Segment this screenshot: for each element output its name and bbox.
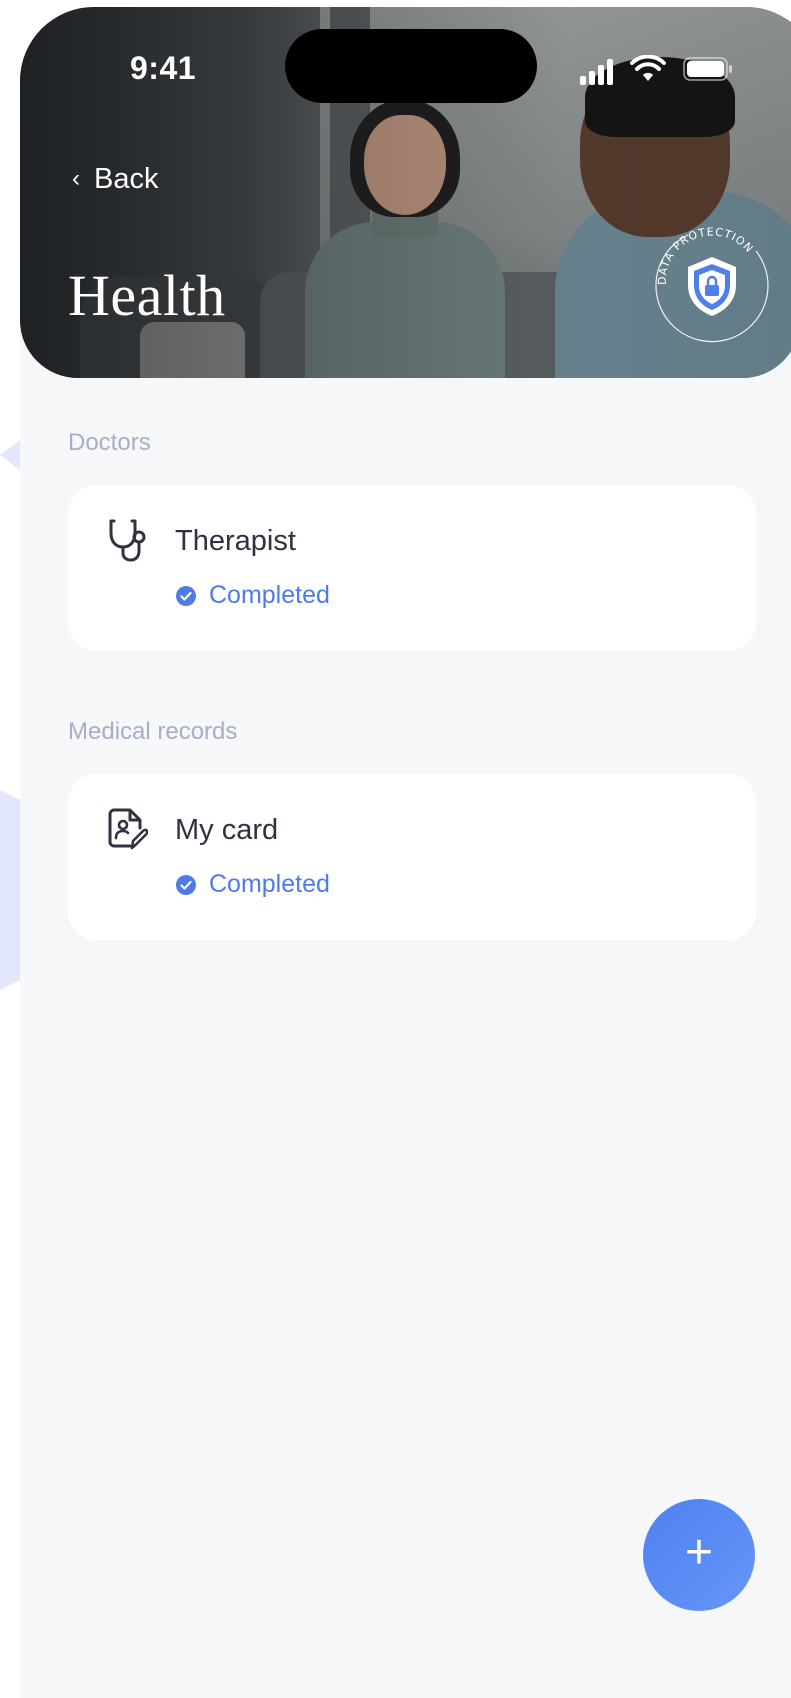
status-icons: [580, 55, 760, 85]
page: 9:41 ‹ Back Health DATA PROTECTION Docto…: [0, 0, 791, 1698]
medical-file-icon: [108, 808, 148, 850]
wifi-icon: [630, 55, 666, 81]
plus-icon: +: [684, 1526, 714, 1579]
card-my-card[interactable]: My card Completed: [68, 774, 756, 940]
check-circle-icon: [176, 874, 196, 895]
dynamic-island: [285, 29, 537, 103]
chevron-left-icon: ‹: [72, 165, 80, 192]
phone-screen: 9:41 ‹ Back Health DATA PROTECTION Docto…: [20, 7, 791, 1698]
back-button[interactable]: ‹ Back: [72, 159, 158, 199]
section-label-medical-records: Medical records: [68, 718, 238, 745]
status-time: 9:41: [130, 50, 197, 86]
section-label-doctors: Doctors: [68, 429, 151, 456]
data-protection-badge: DATA PROTECTION: [655, 225, 769, 343]
page-title: Health: [68, 263, 226, 328]
status-badge: Completed: [175, 581, 330, 610]
check-circle-icon: [176, 585, 196, 606]
hero-image: 9:41 ‹ Back Health DATA PROTECTION: [20, 7, 791, 378]
stethoscope-icon: [109, 519, 146, 562]
card-title: My card: [175, 814, 279, 846]
card-therapist[interactable]: Therapist Completed: [68, 485, 756, 651]
battery-icon: [683, 57, 732, 81]
signal-icon: [580, 76, 586, 85]
status-text: Completed: [209, 870, 330, 898]
status-text: Completed: [209, 581, 330, 609]
add-button[interactable]: +: [643, 1499, 755, 1611]
status-badge: Completed: [175, 870, 330, 899]
card-title: Therapist: [175, 525, 296, 557]
back-label: Back: [94, 162, 159, 195]
shield-lock-icon: [688, 257, 736, 316]
